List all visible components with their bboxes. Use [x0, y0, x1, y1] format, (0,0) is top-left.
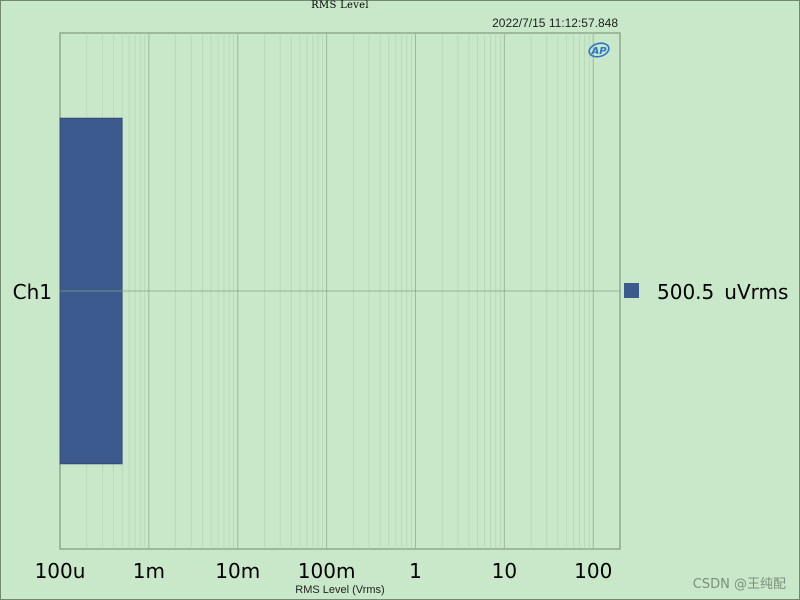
x-tick-label: 10m — [215, 559, 260, 583]
logo-text: AP — [590, 46, 607, 57]
x-tick-label: 100m — [298, 559, 356, 583]
legend-swatch — [624, 283, 639, 298]
x-tick-label: 10 — [492, 559, 517, 583]
watermark: CSDN @王纯配 — [692, 577, 786, 592]
x-tick-label: 100 — [574, 559, 612, 583]
x-tick-label: 1m — [133, 559, 165, 583]
legend-value: 500.5 uVrms — [657, 280, 788, 304]
category-labels: Ch1 — [13, 280, 52, 304]
x-tick-label: 100u — [35, 559, 86, 583]
legend: 500.5 uVrms — [624, 280, 788, 304]
chart-svg: 100u 1m 10m 100m 1 10 100 Ch1 RMS Level (Vrms)… — [13, 32, 788, 596]
x-tick-labels: 100u 1m 10m 100m 1 10 100 — [35, 559, 613, 583]
category-label: Ch1 — [13, 280, 52, 304]
x-axis-label: RMS Level (Vrms) — [295, 584, 384, 596]
x-tick-label: 1 — [409, 559, 422, 583]
